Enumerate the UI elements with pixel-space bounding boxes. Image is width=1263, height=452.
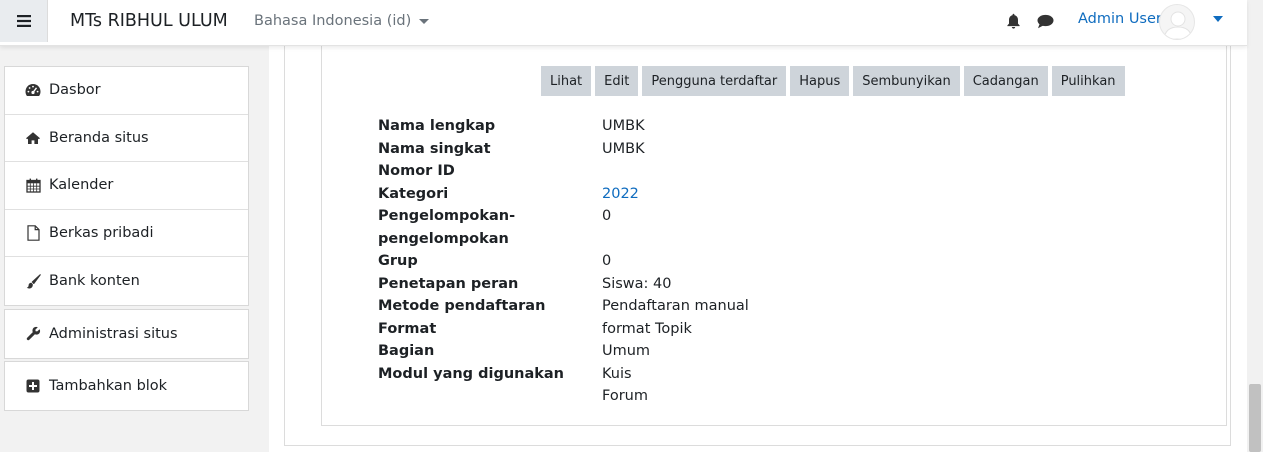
file-icon [25, 225, 41, 241]
paintbrush-icon [25, 273, 41, 289]
detail-value: 0 [602, 208, 612, 224]
home-icon [25, 130, 41, 146]
detail-value: 0 [602, 253, 612, 269]
top-navbar: MTs RIBHUL ULUM Bahasa Indonesia (id) Ad… [0, 0, 1247, 46]
category-link[interactable]: 2022 [602, 186, 639, 202]
default-user-icon [1163, 11, 1193, 39]
sidebar-item-label: Bank konten [49, 273, 140, 290]
detail-value: UMBK [602, 140, 645, 157]
detail-row-sections: Bagian Umum [378, 340, 749, 363]
chat-bubble-icon[interactable] [1037, 14, 1054, 29]
restore-button[interactable]: Pulihkan [1051, 66, 1125, 96]
detail-value: Umum [602, 343, 651, 359]
sidebar-item-label: Beranda situs [49, 129, 149, 146]
detail-label: Grup [378, 253, 418, 269]
detail-label: Nomor ID [378, 163, 455, 179]
detail-label: Metode pendaftaran [378, 298, 546, 314]
add-block-navigation: Tambahkan blok [4, 361, 249, 411]
detail-row-fullname: Nama lengkap UMBK [378, 115, 749, 138]
detail-row-modules: Modul yang digunakan Kuis Forum [378, 363, 749, 408]
main-region: Lihat Edit Pengguna terdaftar Hapus Semb… [269, 46, 1247, 452]
detail-label: Kategori [378, 185, 449, 202]
sidebar-item-label: Administrasi situs [49, 325, 178, 342]
detail-label: Bagian [378, 343, 435, 359]
main-navigation: Dasbor Beranda situs Kalender Berkas pri… [4, 66, 249, 306]
sidebar-item-private-files[interactable]: Berkas pribadi [5, 210, 248, 258]
chevron-down-icon [419, 18, 430, 24]
sidebar-item-label: Tambahkan blok [49, 377, 168, 394]
wrench-icon [25, 326, 41, 342]
detail-row-idnumber: Nomor ID [378, 160, 749, 183]
hamburger-icon [16, 15, 31, 27]
plus-square-icon [25, 378, 41, 394]
course-detail-card: Lihat Edit Pengguna terdaftar Hapus Semb… [284, 46, 1231, 446]
sidebar-item-label: Dasbor [49, 82, 101, 99]
detail-value: Kuis Forum [602, 363, 648, 408]
page-scrollbar-thumb[interactable] [1249, 384, 1261, 452]
sidebar-item-add-block[interactable]: Tambahkan blok [5, 362, 248, 410]
user-menu-chevron-icon[interactable] [1213, 16, 1223, 22]
detail-label: Format [378, 320, 437, 337]
detail-label: Nama singkat [378, 140, 491, 157]
course-details-list: Nama lengkap UMBK Nama singkat UMBK Nomo… [378, 115, 749, 408]
admin-navigation: Administrasi situs [4, 309, 249, 359]
calendar-icon [25, 177, 41, 193]
sidebar-item-site-home[interactable]: Beranda situs [5, 115, 248, 163]
detail-label: Pengelompokan- pengelompokan [378, 205, 602, 250]
edit-button[interactable]: Edit [595, 66, 639, 96]
detail-row-roles: Penetapan peran Siswa: 40 [378, 273, 749, 296]
module-name: Kuis [602, 365, 632, 382]
detail-label-line: pengelompokan [378, 230, 509, 247]
detail-row-shortname: Nama singkat UMBK [378, 138, 749, 161]
delete-button[interactable]: Hapus [790, 66, 850, 96]
sidebar-item-content-bank[interactable]: Bank konten [5, 257, 248, 305]
detail-label: Modul yang digunakan [378, 365, 565, 382]
sidebar-item-calendar[interactable]: Kalender [5, 162, 248, 210]
detail-row-groups: Grup 0 [378, 250, 749, 273]
backup-button[interactable]: Cadangan [963, 66, 1048, 96]
course-summary-box: Lihat Edit Pengguna terdaftar Hapus Semb… [321, 46, 1227, 426]
drawer-toggle-button[interactable] [0, 0, 48, 42]
course-action-buttons: Lihat Edit Pengguna terdaftar Hapus Semb… [541, 66, 1125, 96]
avatar[interactable] [1159, 4, 1195, 40]
detail-value: 2022 [602, 183, 639, 206]
detail-row-groupings: Pengelompokan- pengelompokan 0 [378, 205, 749, 250]
bell-icon[interactable] [1006, 13, 1021, 29]
detail-value: UMBK [602, 118, 645, 134]
language-menu[interactable]: Bahasa Indonesia (id) [254, 13, 430, 29]
site-brand[interactable]: MTs RIBHUL ULUM [70, 11, 228, 31]
detail-row-enrolment: Metode pendaftaran Pendaftaran manual [378, 295, 749, 318]
left-drawer: Dasbor Beranda situs Kalender Berkas pri… [0, 46, 268, 452]
detail-value: format Topik [602, 320, 692, 337]
detail-value: Siswa: 40 [602, 275, 672, 292]
detail-label-line: Pengelompokan- [378, 208, 516, 224]
view-button[interactable]: Lihat [541, 66, 592, 96]
sidebar-item-label: Berkas pribadi [49, 225, 154, 242]
sidebar-item-label: Kalender [49, 177, 114, 194]
module-name: Forum [602, 388, 648, 404]
detail-label: Nama lengkap [378, 118, 496, 134]
sidebar-item-site-administration[interactable]: Administrasi situs [5, 310, 248, 358]
detail-row-category: Kategori 2022 [378, 183, 749, 206]
sidebar-item-dashboard[interactable]: Dasbor [5, 67, 248, 115]
detail-row-format: Format format Topik [378, 318, 749, 341]
detail-label: Penetapan peran [378, 275, 519, 292]
enrolled-users-button[interactable]: Pengguna terdaftar [642, 66, 787, 96]
dashboard-icon [25, 82, 41, 98]
detail-value: Pendaftaran manual [602, 298, 749, 314]
language-label: Bahasa Indonesia (id) [254, 13, 412, 29]
user-menu-name[interactable]: Admin User [1078, 11, 1162, 27]
hide-button[interactable]: Sembunyikan [853, 66, 960, 96]
